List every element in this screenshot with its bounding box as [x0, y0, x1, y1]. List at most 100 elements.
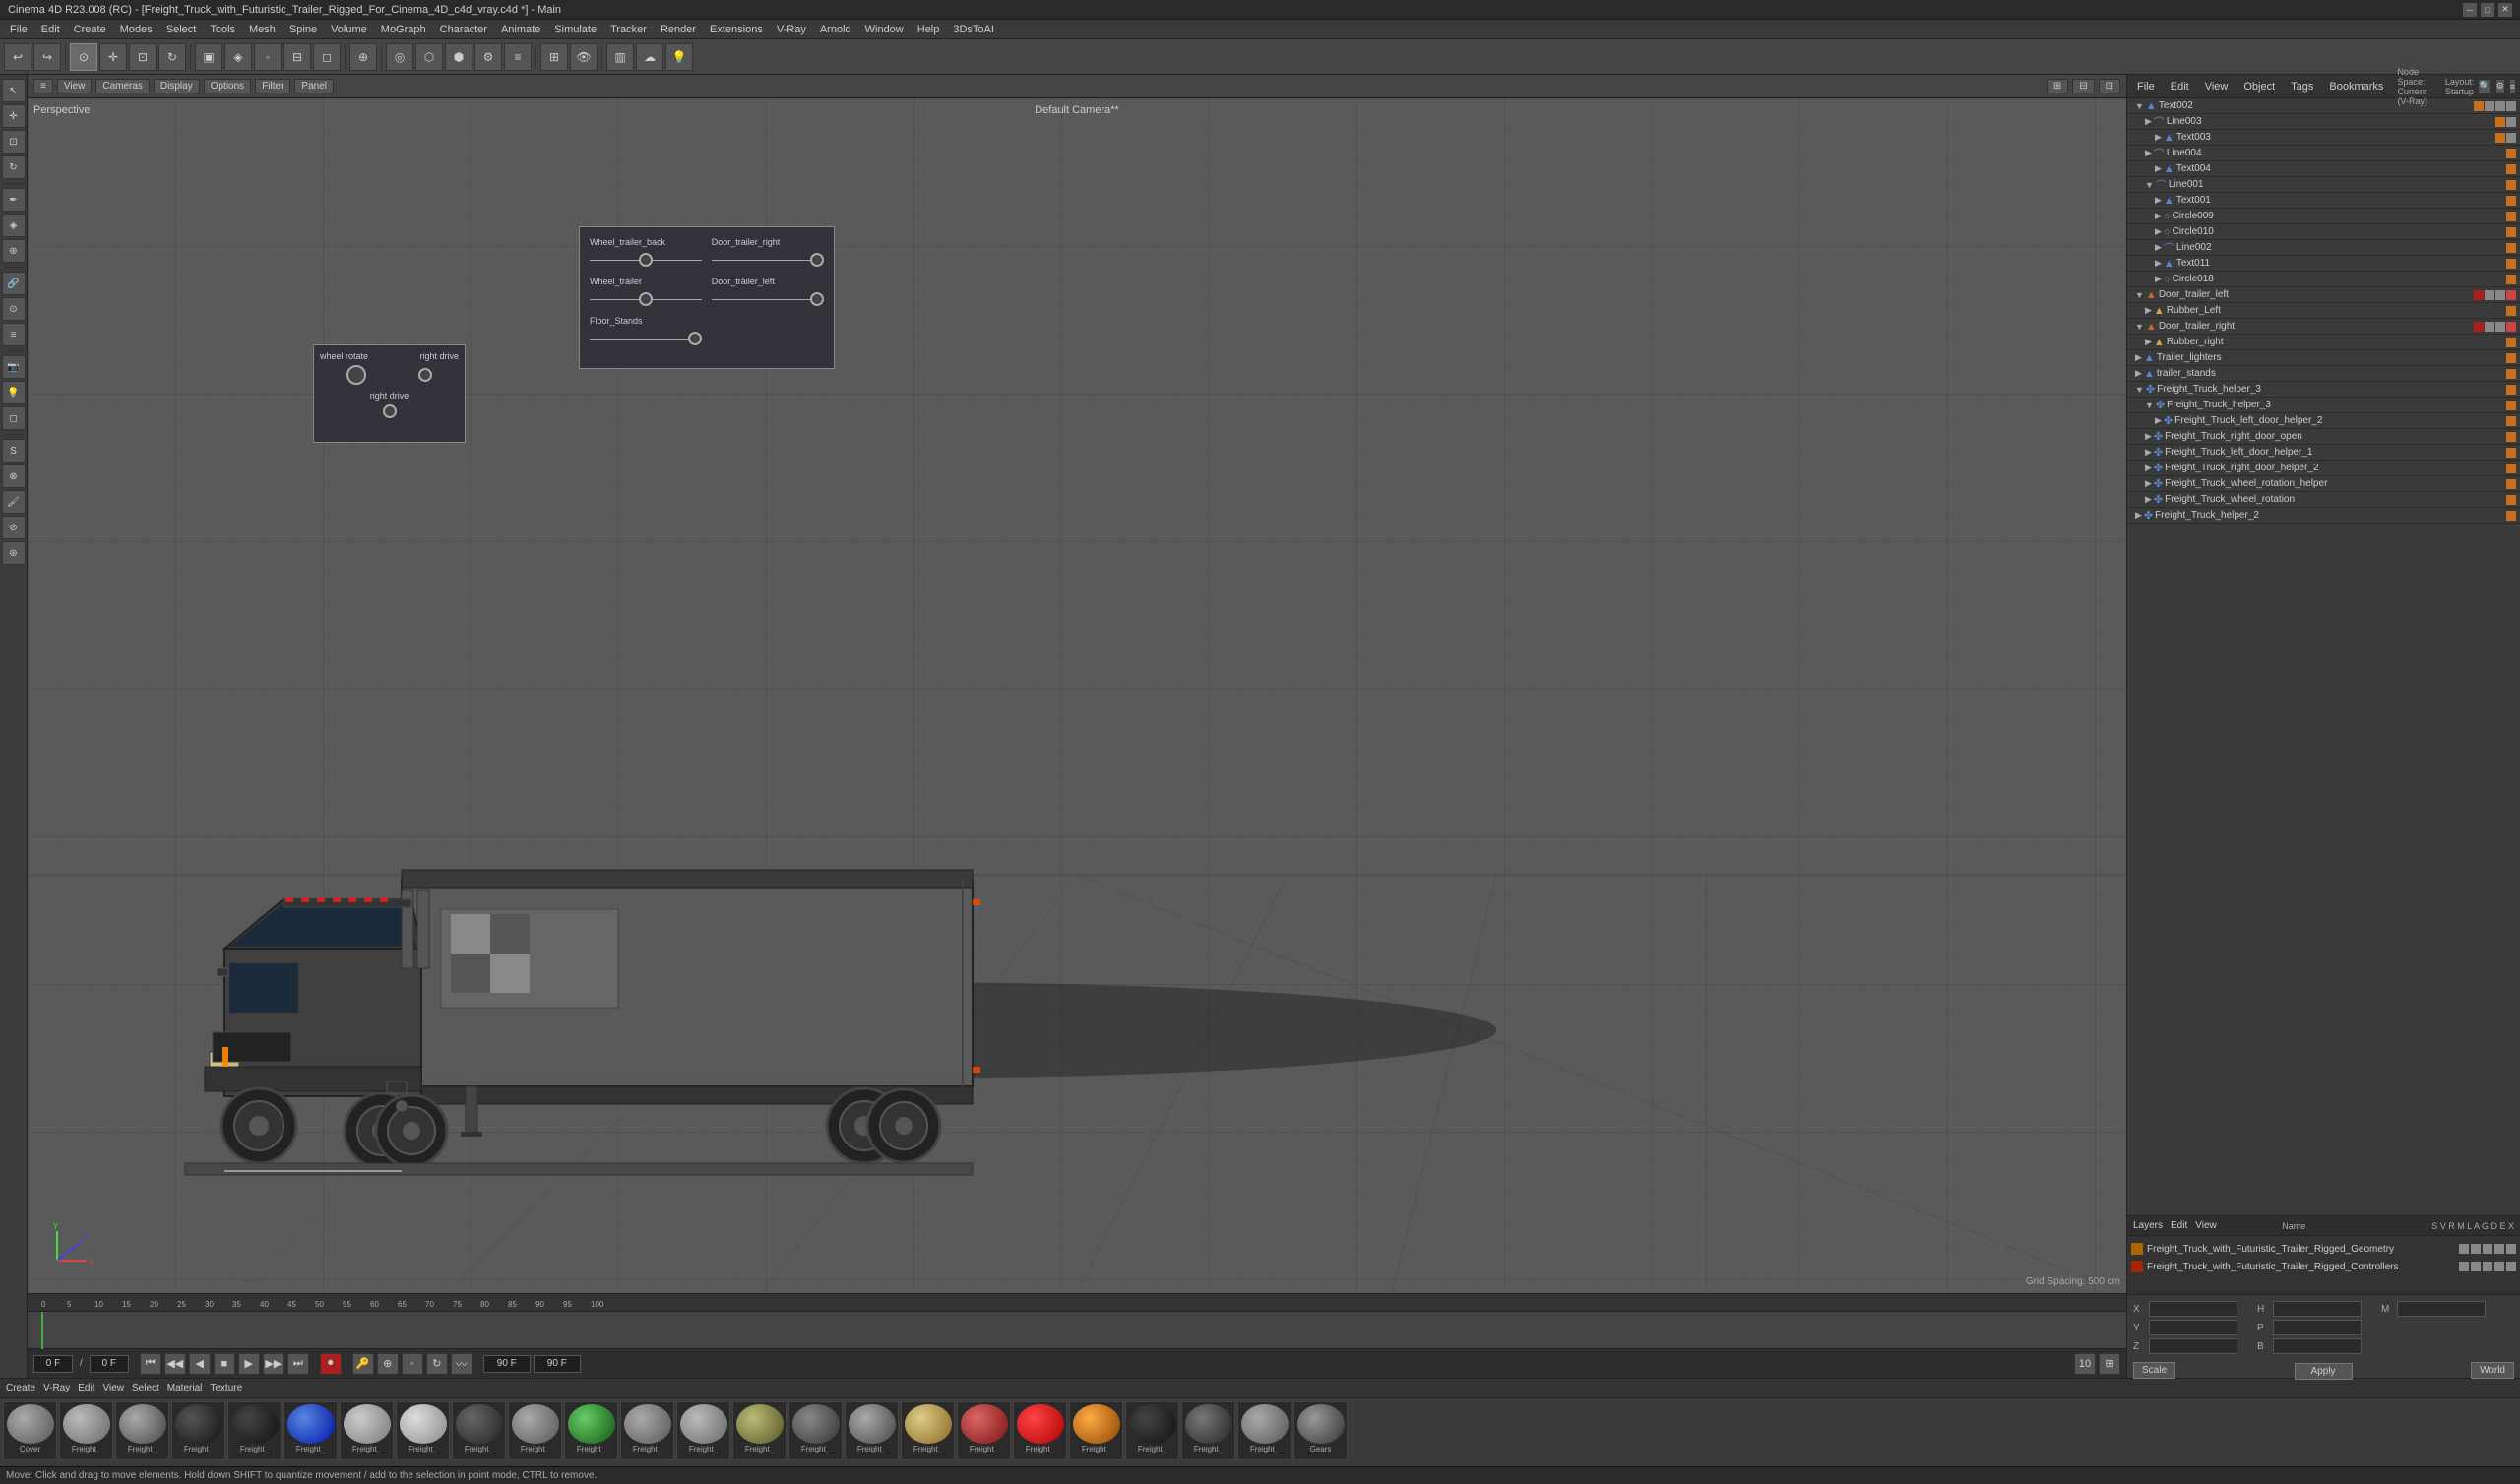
- vp-options-btn[interactable]: Options: [204, 79, 251, 93]
- left-material-tool[interactable]: ◻: [2, 406, 26, 430]
- coord-b-input[interactable]: [2273, 1338, 2362, 1354]
- left-rig-tool[interactable]: S: [2, 439, 26, 463]
- mat-freight-6[interactable]: Freight_: [340, 1401, 394, 1460]
- menu-window[interactable]: Window: [859, 22, 910, 37]
- menu-file[interactable]: File: [4, 22, 33, 37]
- coord-h-input[interactable]: [2273, 1301, 2362, 1317]
- tree-item-left-door-open[interactable]: ▶ ✤ Freight_Truck_right_door_open: [2127, 429, 2520, 445]
- pb-play-back[interactable]: ◀: [189, 1353, 211, 1375]
- left-select-tool[interactable]: ↖: [2, 79, 26, 102]
- mat-tab-edit[interactable]: Edit: [78, 1383, 94, 1393]
- tree-item-rubber-left[interactable]: ▶ ▲ Rubber_Left: [2127, 303, 2520, 319]
- rig-cab-knob-3[interactable]: [383, 404, 397, 418]
- vp-view-btn[interactable]: View: [57, 79, 93, 93]
- mat-freight-13[interactable]: Freight_: [732, 1401, 787, 1460]
- menu-animate[interactable]: Animate: [495, 22, 546, 37]
- rpt-filter-btn[interactable]: ≡: [2509, 79, 2516, 94]
- mat-gears[interactable]: Gears: [1293, 1401, 1348, 1460]
- tree-item-line003[interactable]: ▶ ⌒ Line003: [2127, 114, 2520, 130]
- tree-item-trailer-stands[interactable]: ▶ ▲ trailer_stands: [2127, 366, 2520, 382]
- left-paint-tool[interactable]: 🖌: [2, 490, 26, 514]
- mat-freight-17[interactable]: Freight_: [957, 1401, 1011, 1460]
- left-axis-tool[interactable]: ⊙: [2, 297, 26, 321]
- menu-render[interactable]: Render: [655, 22, 702, 37]
- vp-display-btn[interactable]: Display: [154, 79, 200, 93]
- layer-controllers[interactable]: Freight_Truck_with_Futuristic_Trailer_Ri…: [2131, 1258, 2516, 1275]
- render-settings-button[interactable]: ⚙: [474, 43, 502, 71]
- new-object-button[interactable]: ⊕: [349, 43, 377, 71]
- tree-item-circle009[interactable]: ▶ ○ Circle009: [2127, 209, 2520, 224]
- max-frame-input[interactable]: [534, 1355, 581, 1373]
- layers-tab[interactable]: Layers: [2133, 1220, 2163, 1231]
- mat-tab-create[interactable]: Create: [6, 1383, 35, 1393]
- tree-item-circle018[interactable]: ▶ ○ Circle018: [2127, 272, 2520, 287]
- tree-item-text003[interactable]: ▶ ▲ Text003: [2127, 130, 2520, 146]
- render-region-button[interactable]: ⬡: [415, 43, 443, 71]
- tree-item-wheel-rotation[interactable]: ▶ ✤ Freight_Truck_wheel_rotation: [2127, 492, 2520, 508]
- left-light-tool[interactable]: 💡: [2, 381, 26, 404]
- menu-mograph[interactable]: MoGraph: [375, 22, 432, 37]
- coord-z-input[interactable]: [2149, 1338, 2237, 1354]
- pb-key-sel[interactable]: ◦: [402, 1353, 423, 1375]
- end-frame-input[interactable]: [483, 1355, 531, 1373]
- left-snap-tool[interactable]: 🔗: [2, 272, 26, 295]
- live-select-button[interactable]: ⊙: [70, 43, 97, 71]
- pb-key-all[interactable]: ⊕: [377, 1353, 399, 1375]
- tree-item-text004[interactable]: ▶ ▲ Text004: [2127, 161, 2520, 177]
- mat-freight-18[interactable]: Freight_: [1013, 1401, 1067, 1460]
- mat-tab-view[interactable]: View: [102, 1383, 124, 1393]
- tree-item-door-trailer-left[interactable]: ▼ ▲ Door_trailer_left: [2127, 287, 2520, 303]
- tree-item-line004[interactable]: ▶ ⌒ Line004: [2127, 146, 2520, 161]
- tree-item-freight-helper-3b[interactable]: ▼ ✤ Freight_Truck_helper_3: [2127, 398, 2520, 413]
- pb-goto-start[interactable]: ⏮: [140, 1353, 161, 1375]
- left-spline-tool[interactable]: ✒: [2, 188, 26, 212]
- tree-item-line002[interactable]: ▶ ⌒ Line002: [2127, 240, 2520, 256]
- left-extra-tool[interactable]: ⊛: [2, 541, 26, 565]
- menu-vray[interactable]: V-Ray: [771, 22, 812, 37]
- mat-freight-10[interactable]: Freight_: [564, 1401, 618, 1460]
- menu-edit[interactable]: Edit: [35, 22, 66, 37]
- menu-simulate[interactable]: Simulate: [548, 22, 602, 37]
- menu-modes[interactable]: Modes: [114, 22, 158, 37]
- pb-goto-end[interactable]: ⏭: [287, 1353, 309, 1375]
- vp-panel-btn[interactable]: Panel: [294, 79, 334, 93]
- start-frame-input[interactable]: [90, 1355, 129, 1373]
- rig-knob-3[interactable]: [688, 332, 702, 345]
- rpt-search-btn[interactable]: 🔍: [2478, 79, 2490, 94]
- world-button[interactable]: World: [2471, 1362, 2514, 1379]
- scene-tree[interactable]: ▼ ▲ Text002 ▶ ⌒ Line003 ▶ ▲ Text: [2127, 98, 2520, 1215]
- coord-scale-input[interactable]: [2397, 1301, 2486, 1317]
- left-poly-tool[interactable]: ◈: [2, 214, 26, 237]
- maximize-button[interactable]: □: [2481, 3, 2494, 17]
- mat-freight-12[interactable]: Freight_: [676, 1401, 730, 1460]
- point-mode-button[interactable]: ◦: [254, 43, 282, 71]
- rig-knob-2[interactable]: [639, 292, 653, 306]
- mat-freight-20[interactable]: Freight_: [1125, 1401, 1179, 1460]
- rig-cab-knob-2[interactable]: [418, 368, 432, 382]
- left-scale-tool[interactable]: ⊡: [2, 130, 26, 154]
- pb-motion-path[interactable]: 〰: [451, 1353, 472, 1375]
- menu-extensions[interactable]: Extensions: [704, 22, 769, 37]
- render-button[interactable]: ◎: [386, 43, 413, 71]
- apply-button[interactable]: Apply: [2295, 1363, 2353, 1380]
- mat-freight-1[interactable]: Freight_: [59, 1401, 113, 1460]
- coord-x-input[interactable]: [2149, 1301, 2237, 1317]
- render-queue-button[interactable]: ≡: [504, 43, 532, 71]
- mat-freight-16[interactable]: Freight_: [901, 1401, 955, 1460]
- tree-item-door-trailer-right[interactable]: ▼ ▲ Door_trailer_right: [2127, 319, 2520, 335]
- rpt-file[interactable]: File: [2131, 79, 2161, 94]
- menu-mesh[interactable]: Mesh: [243, 22, 282, 37]
- mat-tab-vray[interactable]: V-Ray: [43, 1383, 70, 1393]
- mat-tab-material[interactable]: Material: [167, 1383, 203, 1393]
- mat-freight-14[interactable]: Freight_: [788, 1401, 843, 1460]
- layer-geometry[interactable]: Freight_Truck_with_Futuristic_Trailer_Ri…: [2131, 1240, 2516, 1258]
- menu-help[interactable]: Help: [912, 22, 946, 37]
- mat-freight-8[interactable]: Freight_: [452, 1401, 506, 1460]
- pb-play[interactable]: ▶: [238, 1353, 260, 1375]
- tree-item-rubber-right[interactable]: ▶ ▲ Rubber_right: [2127, 335, 2520, 350]
- vp-filter-btn[interactable]: Filter: [255, 79, 290, 93]
- close-button[interactable]: ✕: [2498, 3, 2512, 17]
- tree-item-right-door-helper-2[interactable]: ▶ ✤ Freight_Truck_right_door_helper_2: [2127, 461, 2520, 476]
- vp-menu-btn[interactable]: ≡: [33, 79, 53, 93]
- left-sculpt-tool[interactable]: ⊕: [2, 239, 26, 263]
